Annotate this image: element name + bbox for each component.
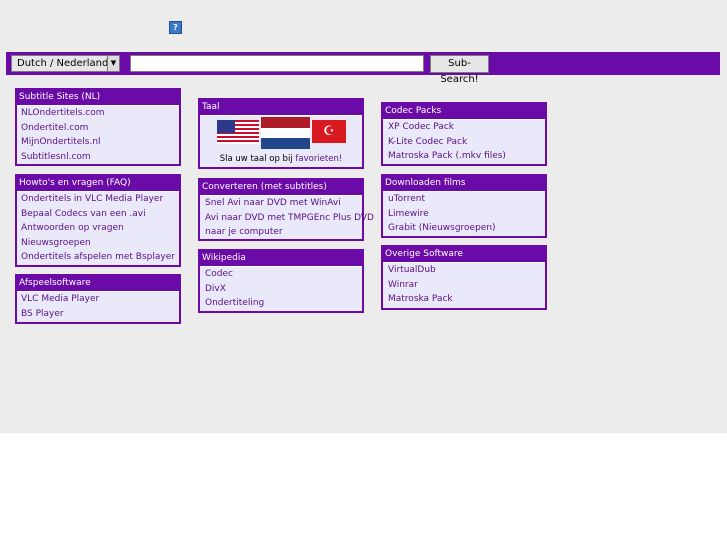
list-item[interactable]: Ondertitel.com: [17, 121, 179, 136]
flag-row: ☪: [200, 116, 362, 153]
list-item[interactable]: Winrar: [383, 278, 545, 293]
list-item[interactable]: Nieuwsgroepen: [17, 236, 179, 251]
list-item[interactable]: Codec: [200, 267, 362, 282]
list-item[interactable]: MijnOndertitels.nl: [17, 135, 179, 150]
language-select-value: Dutch / Nederlands: [17, 58, 114, 69]
box-title: Taal: [200, 100, 362, 116]
box-howtos: Howto's en vragen (FAQ) Ondertitels in V…: [15, 174, 181, 267]
list-item[interactable]: Limewire: [383, 207, 545, 222]
list-item[interactable]: naar je computer: [200, 225, 362, 240]
nl-flag-icon[interactable]: [261, 117, 310, 149]
list-item[interactable]: Subtitlesnl.com: [17, 150, 179, 165]
list-item[interactable]: DivX: [200, 282, 362, 297]
box-title: Downloaden films: [383, 176, 545, 192]
tr-flag-icon[interactable]: ☪: [312, 120, 346, 143]
box-wikipedia: Wikipedia Codec DivX Ondertiteling: [198, 249, 364, 313]
list-item[interactable]: XP Codec Pack: [383, 120, 545, 135]
list-item[interactable]: uTorrent: [383, 192, 545, 207]
box-afspeelsoftware: Afspeelsoftware VLC Media Player BS Play…: [15, 274, 181, 324]
box-title: Codec Packs: [383, 104, 545, 120]
list-item[interactable]: K-Lite Codec Pack: [383, 135, 545, 150]
list-item[interactable]: Ondertitels in VLC Media Player: [17, 192, 179, 207]
language-select[interactable]: Dutch / Nederlands ▼: [11, 55, 120, 72]
box-title: Howto's en vragen (FAQ): [17, 176, 179, 192]
favorieten-link[interactable]: favorieten!: [295, 154, 342, 164]
chevron-down-icon[interactable]: ▼: [107, 56, 119, 71]
taal-text: Sla uw taal op bij favorieten!: [200, 153, 362, 165]
list-item[interactable]: Matroska Pack (.mkv files): [383, 149, 545, 164]
list-item[interactable]: Snel Avi naar DVD met WinAvi: [200, 196, 362, 211]
list-item[interactable]: Ondertitels afspelen met Bsplayer: [17, 250, 179, 265]
help-icon[interactable]: ?: [169, 21, 182, 34]
taal-text-label: Sla uw taal op bij: [219, 154, 296, 164]
box-converteren: Converteren (met subtitles) Snel Avi naa…: [198, 178, 374, 241]
box-title: Afspeelsoftware: [17, 276, 179, 292]
list-item[interactable]: VirtualDub: [383, 263, 545, 278]
list-item[interactable]: BS Player: [17, 307, 179, 322]
box-title: Converteren (met subtitles): [200, 180, 362, 196]
box-title: Wikipedia: [200, 251, 362, 267]
list-item[interactable]: Grabit (Nieuwsgroepen): [383, 221, 545, 236]
box-downloaden-films: Downloaden films uTorrent Limewire Grabi…: [381, 174, 547, 238]
box-codec-packs: Codec Packs XP Codec Pack K-Lite Codec P…: [381, 102, 547, 166]
list-item[interactable]: Ondertiteling: [200, 296, 362, 311]
box-overige-software: Overige Software VirtualDub Winrar Matro…: [381, 245, 547, 310]
list-item[interactable]: Matroska Pack: [383, 292, 545, 307]
list-item[interactable]: Bepaal Codecs van een .avi: [17, 207, 179, 222]
box-title: Subtitle Sites (NL): [17, 90, 179, 106]
box-subtitle-sites: Subtitle Sites (NL) NLOndertitels.com On…: [15, 88, 181, 166]
list-item[interactable]: NLOndertitels.com: [17, 106, 179, 121]
us-flag-icon[interactable]: [217, 120, 259, 144]
list-item[interactable]: VLC Media Player: [17, 292, 179, 307]
box-title: Overige Software: [383, 247, 545, 263]
sub-search-button[interactable]: Sub-Search!: [430, 55, 489, 85]
search-input[interactable]: [130, 55, 424, 72]
list-item[interactable]: Antwoorden op vragen: [17, 221, 179, 236]
box-taal: Taal ☪ Sla uw taal op bij favorieten!: [198, 98, 364, 169]
list-item[interactable]: Avi naar DVD met TMPGEnc Plus DVD: [200, 211, 374, 226]
